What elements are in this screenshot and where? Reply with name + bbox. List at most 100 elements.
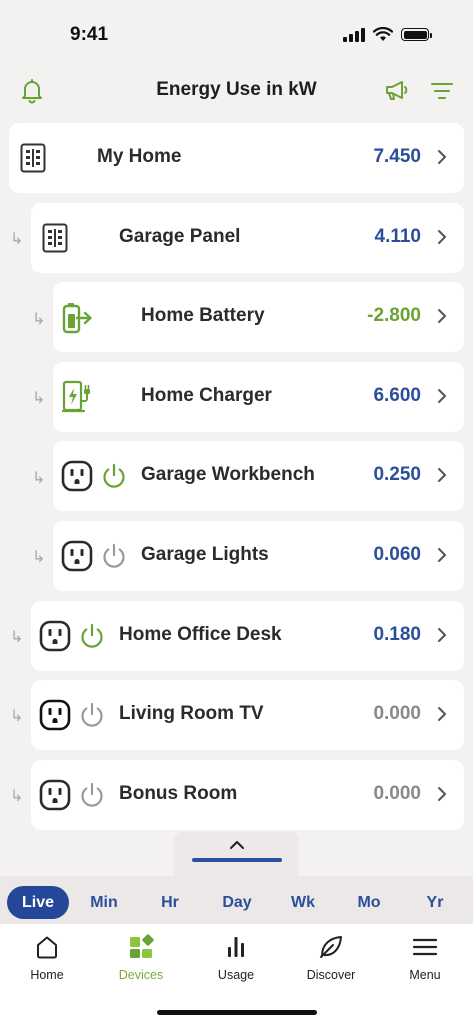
ev-charger-icon xyxy=(62,380,90,413)
power-off-icon xyxy=(103,543,125,568)
filter-button[interactable] xyxy=(427,76,457,106)
device-row-garage-panel[interactable]: Garage Panel 4.110 xyxy=(31,203,464,273)
tab-label: Menu xyxy=(409,968,441,982)
tab-label: Usage xyxy=(217,968,255,982)
chevron-right-icon xyxy=(438,230,446,244)
device-name: Living Room TV xyxy=(119,703,264,724)
chevron-right-icon xyxy=(438,548,446,562)
power-toggle-button[interactable] xyxy=(79,782,105,813)
range-live[interactable]: Live xyxy=(7,886,69,919)
range-hr[interactable]: Hr xyxy=(143,886,197,919)
device-value: 0.060 xyxy=(373,544,421,565)
device-row-home-battery[interactable]: Home Battery -2.800 xyxy=(53,282,464,352)
outlet-icon xyxy=(39,699,71,731)
device-name: Bonus Room xyxy=(119,783,238,804)
device-value: 4.110 xyxy=(374,226,422,247)
power-toggle-button[interactable] xyxy=(101,543,127,574)
tab-home[interactable]: Home xyxy=(7,934,87,982)
device-row-garage-workbench[interactable]: Garage Workbench 0.250 xyxy=(53,441,464,511)
child-indent-arrow-icon: ↳ xyxy=(10,231,24,248)
megaphone-icon xyxy=(386,81,408,100)
outlet-icon xyxy=(39,620,71,652)
time-range-selector: Live Min Hr Day Wk Mo Yr xyxy=(0,876,473,924)
chevron-right-icon xyxy=(438,389,446,403)
battery-status-icon xyxy=(401,28,432,41)
chevron-right-icon xyxy=(438,628,446,642)
header: Energy Use in kW xyxy=(0,66,473,114)
leaf-icon xyxy=(320,936,342,958)
device-value: 7.450 xyxy=(373,146,421,167)
child-indent-arrow-icon: ↳ xyxy=(32,470,46,487)
device-row-home-office-desk[interactable]: Home Office Desk 0.180 xyxy=(31,601,464,671)
tab-menu[interactable]: Menu xyxy=(385,934,465,982)
device-value: 0.180 xyxy=(373,624,421,645)
power-on-icon xyxy=(103,463,125,488)
tab-bar: Home Devices Usage Discover Menu xyxy=(0,924,473,1024)
range-day[interactable]: Day xyxy=(209,886,265,919)
device-value: 0.250 xyxy=(373,464,421,485)
child-indent-arrow-icon: ↳ xyxy=(32,311,46,328)
filter-icon xyxy=(431,83,453,99)
tab-label: Home xyxy=(30,968,64,982)
device-value: 6.600 xyxy=(373,385,421,406)
tab-devices[interactable]: Devices xyxy=(101,934,181,982)
house-icon xyxy=(37,936,57,959)
outlet-icon xyxy=(61,460,93,492)
range-wk[interactable]: Wk xyxy=(276,886,330,919)
range-min[interactable]: Min xyxy=(77,886,131,919)
bar-chart-icon xyxy=(228,937,244,957)
status-time: 9:41 xyxy=(70,24,109,45)
panel-icon xyxy=(42,223,68,253)
child-indent-arrow-icon: ↳ xyxy=(10,708,24,725)
tab-usage[interactable]: Usage xyxy=(196,934,276,982)
power-toggle-button[interactable] xyxy=(79,623,105,654)
child-indent-arrow-icon: ↳ xyxy=(10,788,24,805)
power-on-icon xyxy=(81,623,103,648)
device-name: My Home xyxy=(97,146,182,167)
device-row-living-room-tv[interactable]: Living Room TV 0.000 xyxy=(31,680,464,750)
panel-icon xyxy=(20,143,46,173)
expand-panel-handle[interactable] xyxy=(174,832,299,876)
chevron-right-icon xyxy=(438,707,446,721)
range-mo[interactable]: Mo xyxy=(342,886,396,919)
chevron-right-icon xyxy=(438,150,446,164)
child-indent-arrow-icon: ↳ xyxy=(10,629,24,646)
outlet-icon xyxy=(61,540,93,572)
device-row-bonus-room[interactable]: Bonus Room 0.000 xyxy=(31,760,464,830)
device-row-home-charger[interactable]: Home Charger 6.600 xyxy=(53,362,464,432)
device-value: 0.000 xyxy=(373,783,421,804)
status-bar: 9:41 xyxy=(0,0,473,62)
device-name: Home Battery xyxy=(141,305,265,326)
tab-discover[interactable]: Discover xyxy=(291,934,371,982)
home-indicator xyxy=(157,1010,317,1015)
screen: 9:41 Energy Use in kW My Home 7.450 ↳ Ga… xyxy=(0,0,473,1024)
cellular-signal-icon xyxy=(343,27,365,42)
device-value: 0.000 xyxy=(373,703,421,724)
device-row-garage-lights[interactable]: Garage Lights 0.060 xyxy=(53,521,464,591)
device-name: Garage Workbench xyxy=(141,464,315,485)
handle-indicator xyxy=(192,858,282,862)
power-toggle-button[interactable] xyxy=(101,463,127,494)
status-icons xyxy=(343,27,432,42)
power-off-icon xyxy=(81,782,103,807)
chevron-up-icon xyxy=(230,841,244,849)
device-name: Garage Panel xyxy=(119,226,241,247)
announcements-button[interactable] xyxy=(382,76,412,106)
chevron-right-icon xyxy=(438,787,446,801)
range-yr[interactable]: Yr xyxy=(408,886,462,919)
outlet-icon xyxy=(39,779,71,811)
devices-icon xyxy=(130,934,154,958)
child-indent-arrow-icon: ↳ xyxy=(32,549,46,566)
device-name: Garage Lights xyxy=(141,544,269,565)
device-name: Home Office Desk xyxy=(119,624,282,645)
chevron-right-icon xyxy=(438,468,446,482)
device-value: -2.800 xyxy=(367,305,421,326)
chevron-right-icon xyxy=(438,309,446,323)
hamburger-icon xyxy=(412,938,438,956)
power-toggle-button[interactable] xyxy=(79,702,105,733)
battery-icon xyxy=(62,303,92,334)
wifi-icon xyxy=(373,27,393,41)
device-name: Home Charger xyxy=(141,385,272,406)
tab-label: Discover xyxy=(306,968,356,982)
device-row-my-home[interactable]: My Home 7.450 xyxy=(9,123,464,193)
